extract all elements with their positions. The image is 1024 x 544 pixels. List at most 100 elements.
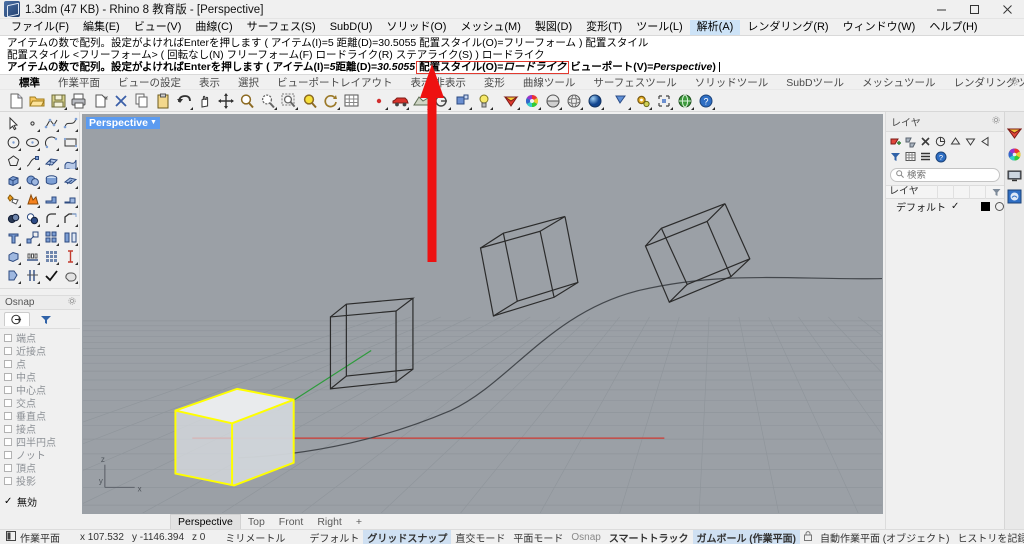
surface-loft-icon[interactable] bbox=[61, 153, 79, 171]
toggle-smarttrack[interactable]: スマートトラック bbox=[605, 530, 693, 544]
menu-item-surface[interactable]: サーフェス(S) bbox=[240, 20, 323, 35]
filter-tab-icon[interactable] bbox=[33, 312, 59, 326]
toggle-gumball[interactable]: ガムボール (作業平面) bbox=[692, 529, 800, 544]
solid-tools-icon[interactable] bbox=[4, 248, 22, 266]
new-sublayer-icon[interactable] bbox=[904, 135, 917, 148]
toolbar-tab-standard[interactable]: 標準 bbox=[10, 75, 49, 90]
undo-icon[interactable] bbox=[174, 91, 194, 111]
menu-item-solid[interactable]: ソリッド(O) bbox=[379, 20, 453, 35]
cylinder-icon[interactable] bbox=[42, 172, 60, 190]
trim-icon[interactable] bbox=[4, 267, 22, 285]
menu-item-analyze[interactable]: 解析(A) bbox=[689, 19, 741, 35]
box-icon[interactable] bbox=[4, 172, 22, 190]
viewport-tab-front[interactable]: Front bbox=[272, 515, 311, 529]
toolbar-tab-visibility[interactable]: 表示/非表示 bbox=[402, 75, 475, 90]
arc-icon[interactable] bbox=[42, 134, 60, 152]
render-sphere-icon[interactable] bbox=[585, 91, 605, 111]
help-icon[interactable]: ? bbox=[696, 91, 716, 111]
split-icon[interactable] bbox=[23, 267, 41, 285]
checkbox[interactable] bbox=[4, 398, 12, 407]
rectangle-icon[interactable] bbox=[61, 134, 79, 152]
print-icon[interactable] bbox=[69, 91, 89, 111]
layer-properties-icon[interactable] bbox=[934, 135, 947, 148]
toggle-planar[interactable]: 平面モード bbox=[509, 530, 567, 544]
join-icon[interactable] bbox=[61, 267, 79, 285]
perspective-viewport[interactable]: Perspective ▼ z y x bbox=[82, 114, 883, 514]
viewport-tab-top[interactable]: Top bbox=[241, 515, 272, 529]
delete-x-icon[interactable] bbox=[111, 91, 131, 111]
polygon-icon[interactable] bbox=[4, 153, 22, 171]
paste-icon[interactable] bbox=[153, 91, 173, 111]
dimension-icon[interactable] bbox=[61, 248, 79, 266]
ellipse-icon[interactable] bbox=[23, 134, 41, 152]
select-arrow-icon[interactable] bbox=[4, 115, 22, 133]
chevron-down-icon[interactable]: ▼ bbox=[150, 117, 157, 129]
menu-item-curve[interactable]: 曲線(C) bbox=[188, 20, 239, 35]
delete-layer-icon[interactable] bbox=[919, 135, 932, 148]
point-icon[interactable] bbox=[369, 91, 389, 111]
maximize-button[interactable] bbox=[958, 0, 991, 19]
scale-icon[interactable] bbox=[23, 229, 41, 247]
toolbar-tab-surface-tools[interactable]: サーフェスツール bbox=[584, 75, 685, 90]
menu-item-help[interactable]: ヘルプ(H) bbox=[922, 20, 984, 35]
menu-item-subd[interactable]: SubD(U) bbox=[323, 20, 380, 35]
shade-sphere-icon[interactable] bbox=[543, 91, 563, 111]
checkbox[interactable] bbox=[4, 359, 12, 368]
checkbox[interactable] bbox=[4, 424, 12, 433]
boolean-union-icon[interactable] bbox=[4, 210, 22, 228]
offset-icon[interactable] bbox=[23, 248, 41, 266]
menu-item-transform[interactable]: 変形(T) bbox=[579, 20, 629, 35]
car-icon[interactable] bbox=[390, 91, 410, 111]
surface-grid-icon[interactable] bbox=[42, 153, 60, 171]
cplane-icon[interactable] bbox=[6, 530, 16, 544]
column-header-4[interactable] bbox=[970, 185, 986, 199]
checkbox[interactable] bbox=[4, 372, 12, 381]
toolbar-tab-subd-tools[interactable]: SubDツール bbox=[777, 75, 853, 90]
layer-search-input[interactable] bbox=[907, 169, 994, 181]
minimize-button[interactable] bbox=[925, 0, 958, 19]
gear-icon[interactable] bbox=[992, 116, 1000, 127]
copy-icon[interactable] bbox=[132, 91, 152, 111]
move-left-icon[interactable] bbox=[979, 135, 992, 148]
layer-material-icon[interactable] bbox=[501, 91, 521, 111]
color-wheel-icon[interactable] bbox=[1007, 147, 1023, 163]
toolbar-tab-view-settings[interactable]: ビューの設定 bbox=[109, 75, 190, 90]
open-folder-icon[interactable] bbox=[27, 91, 47, 111]
move-icon[interactable] bbox=[216, 91, 236, 111]
column-header-filter-icon[interactable] bbox=[986, 185, 1004, 199]
table-row[interactable]: デフォルト ✓ bbox=[886, 199, 1004, 214]
mirror-icon[interactable] bbox=[61, 229, 79, 247]
gears-icon[interactable] bbox=[633, 91, 653, 111]
toggle-ortho[interactable]: 直交モード bbox=[451, 530, 509, 544]
toggle-record-history[interactable]: ヒストリを記録 bbox=[953, 530, 1024, 544]
pan-hand-icon[interactable] bbox=[195, 91, 215, 111]
layer-material-icon[interactable] bbox=[995, 201, 1004, 211]
curve-icon[interactable] bbox=[61, 115, 79, 133]
layer-color-swatch[interactable] bbox=[981, 201, 990, 211]
render-preview-icon[interactable] bbox=[411, 91, 431, 111]
point-icon[interactable] bbox=[23, 115, 41, 133]
menu-item-mesh[interactable]: メッシュ(M) bbox=[453, 20, 528, 35]
explode-icon[interactable] bbox=[4, 191, 22, 209]
properties-icon[interactable] bbox=[1005, 126, 1023, 142]
copy-view-icon[interactable] bbox=[90, 91, 110, 111]
command-area[interactable]: アイテムの数で配列。設定がよければEnterを押します ( アイテム(I)=5 … bbox=[0, 35, 1024, 75]
list-icon[interactable] bbox=[919, 150, 932, 163]
toolbar-tab-solid-tools[interactable]: ソリッドツール bbox=[686, 75, 778, 90]
layer-search-box[interactable] bbox=[890, 168, 1000, 182]
highlighted-option-placement-style[interactable]: 配置スタイル(O)=ロードライク bbox=[416, 60, 570, 74]
light-bulb-icon[interactable] bbox=[474, 91, 494, 111]
help-icon[interactable]: ? bbox=[934, 150, 947, 163]
toggle-grid-snap[interactable]: グリッドスナップ bbox=[363, 529, 452, 544]
toolbar-tab-viewport-layout[interactable]: ビューポートレイアウト bbox=[268, 75, 402, 90]
ghosted-sphere-icon[interactable] bbox=[564, 91, 584, 111]
extrude-surface-icon[interactable] bbox=[61, 191, 79, 209]
zoom-extents-icon[interactable] bbox=[279, 91, 299, 111]
viewport-tab-add[interactable]: + bbox=[349, 515, 369, 529]
menu-item-file[interactable]: ファイル(F) bbox=[4, 20, 76, 35]
viewport-tab-perspective[interactable]: Perspective bbox=[170, 514, 241, 529]
mesh-icon[interactable] bbox=[42, 248, 60, 266]
circle-icon[interactable] bbox=[4, 134, 22, 152]
array-icon[interactable] bbox=[42, 229, 60, 247]
polyline-icon[interactable] bbox=[42, 115, 60, 133]
